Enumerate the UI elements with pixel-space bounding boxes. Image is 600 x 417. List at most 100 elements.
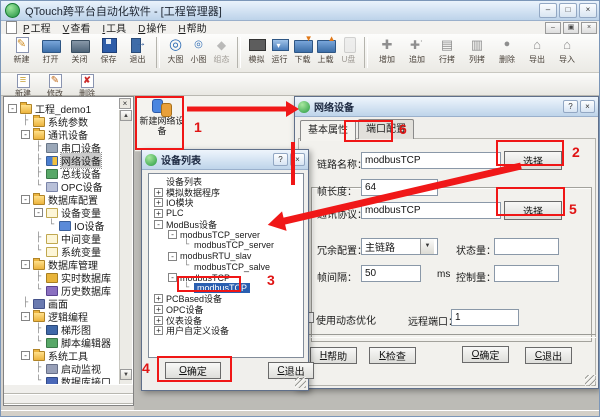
toolbar-button-usb[interactable]: U盘 [337,36,360,65]
mdi-restore-icon[interactable]: ▣ [563,22,579,34]
mdi-close-icon[interactable]: × [581,22,597,34]
frame-interval-unit: ms [437,269,450,280]
dialog-title-bar[interactable]: 设备列表 ? × [142,150,308,170]
expander-icon[interactable]: - [21,195,30,204]
expander-icon[interactable]: └ [34,338,43,347]
expander-icon[interactable]: ├ [34,234,43,243]
toolbar-button-upload[interactable]: 上载 [314,36,337,65]
expander-icon[interactable]: - [168,273,177,282]
expander-icon[interactable]: ├ [21,117,30,126]
annotation-number-2: 2 [572,144,580,160]
expander-icon[interactable]: - [168,252,177,261]
expander-icon[interactable]: - [21,312,30,321]
dialog-title-bar[interactable]: 网络设备 ? × [295,97,598,117]
menu-item-tools[interactable]: I工具 [102,20,126,35]
ok-button[interactable]: O确定 [462,346,509,363]
scroll-up-icon[interactable] [120,110,132,121]
expander-icon[interactable]: ├ [34,364,43,373]
control-var-input[interactable] [494,265,559,282]
tree-item-modbusrtu-slav-group[interactable]: - modbusRTU_slav [149,251,303,262]
exit-button[interactable]: C退出 [525,347,572,364]
expander-icon[interactable]: ├ [21,299,30,308]
mdi-minimize-icon[interactable]: – [545,22,561,34]
expander-icon[interactable]: └ [182,241,191,250]
expander-icon[interactable]: ├ [34,325,43,334]
expander-icon[interactable]: ├ [34,169,43,178]
tree-item-io-device[interactable]: └ IO设备 [5,219,119,232]
toolbar-button-large-icons[interactable]: 大图 [164,36,187,65]
toolbar-button-open[interactable]: 打开 [36,36,65,65]
expander-icon[interactable]: - [21,351,30,360]
small-icons-icon [188,36,210,53]
expander-icon[interactable]: ├ [34,273,43,282]
menu-item-project[interactable]: P工程 [23,20,51,35]
expander-icon[interactable]: - [21,260,30,269]
maximize-icon[interactable]: □ [559,3,577,18]
toolbar-button-close[interactable]: 关闭 [65,36,94,65]
help-icon[interactable]: ? [563,100,578,113]
exit-button[interactable]: C退出 [268,362,314,379]
remote-port-input[interactable]: 1 [451,309,519,326]
tree-item-modbustcp-salve[interactable]: └ modbusTCP_salve [149,262,303,273]
tree-item-modbustcp-server[interactable]: └ modbusTCP_server [149,240,303,251]
toolbar-button-download[interactable]: 下载 [291,36,314,65]
expander-icon[interactable]: + [154,316,163,325]
toolbar-button-configure[interactable]: 组态 [210,36,233,65]
redundancy-dropdown[interactable]: 主链路▼ [361,238,438,255]
configure-icon [211,36,233,53]
expander-icon[interactable]: + [154,305,163,314]
help-icon[interactable]: ? [273,153,288,166]
new-document-icon [11,36,33,53]
status-var-input[interactable] [494,238,559,255]
expander-icon[interactable]: + [154,326,163,335]
resize-grip[interactable] [295,377,306,388]
close-icon[interactable]: × [579,3,597,18]
help-button[interactable]: H帮助 [310,347,357,364]
expander-icon[interactable]: └ [34,247,43,256]
panel-close-icon[interactable] [119,98,131,109]
tree-item-user-defined-devices[interactable]: + 用户自定义设备 [149,326,303,337]
toolbar-button-new[interactable]: 新建 [7,36,36,65]
toolbar-button-delete[interactable]: 删除 [492,36,522,65]
toolbar-button-copy-col[interactable]: 列拷 [462,36,492,65]
expander-icon[interactable]: + [154,209,163,218]
toolbar-button-run[interactable]: 运行 [268,36,291,65]
chevron-down-icon[interactable]: ▼ [420,239,434,254]
expander-icon[interactable]: - [168,230,177,239]
toolbar-button-export[interactable]: 导出 [522,36,552,65]
toolbar-button-add[interactable]: 增加 [372,36,402,65]
resize-grip[interactable] [585,375,596,386]
frame-interval-input[interactable]: 50 [361,265,421,282]
expander-icon[interactable]: + [154,294,163,303]
menu-item-view[interactable]: V查看 [63,20,91,35]
toolbar-button-exit[interactable]: 退出 [123,36,152,65]
menu-item-help[interactable]: H帮助 [178,20,206,35]
expander-icon[interactable]: └ [34,182,43,191]
tree-scrollbar[interactable] [119,110,132,391]
expander-icon[interactable]: ├ [34,143,43,152]
menu-item-operation[interactable]: D操作 [138,20,166,35]
tree-item-io-module[interactable]: + IO模块 [149,197,303,208]
expander-icon[interactable]: + [154,188,163,197]
expander-icon[interactable]: - [8,104,17,113]
toolbar-button-simulate[interactable]: 模拟 [245,36,268,65]
large-icons-icon [165,36,187,53]
expander-icon[interactable]: - [154,220,163,229]
expander-icon[interactable]: └ [47,221,56,230]
expander-icon[interactable]: ├ [34,156,43,165]
close-icon[interactable]: × [580,100,595,113]
toolbar-button-copy-row[interactable]: 行拷 [432,36,462,65]
scroll-down-icon[interactable] [120,369,132,380]
expander-icon[interactable]: └ [182,262,191,271]
toolbar-button-import[interactable]: 导入 [552,36,582,65]
delete-icon [496,36,518,53]
minimize-icon[interactable]: – [539,3,557,18]
toolbar-button-save[interactable]: 保存 [94,36,123,65]
check-button[interactable]: K检查 [369,347,416,364]
expander-icon[interactable]: - [34,208,43,217]
toolbar-button-small-icons[interactable]: 小图 [187,36,210,65]
toolbar-button-append[interactable]: 追加 [402,36,432,65]
expander-icon[interactable]: - [21,130,30,139]
expander-icon[interactable]: + [154,198,163,207]
expander-icon[interactable]: └ [34,286,43,295]
